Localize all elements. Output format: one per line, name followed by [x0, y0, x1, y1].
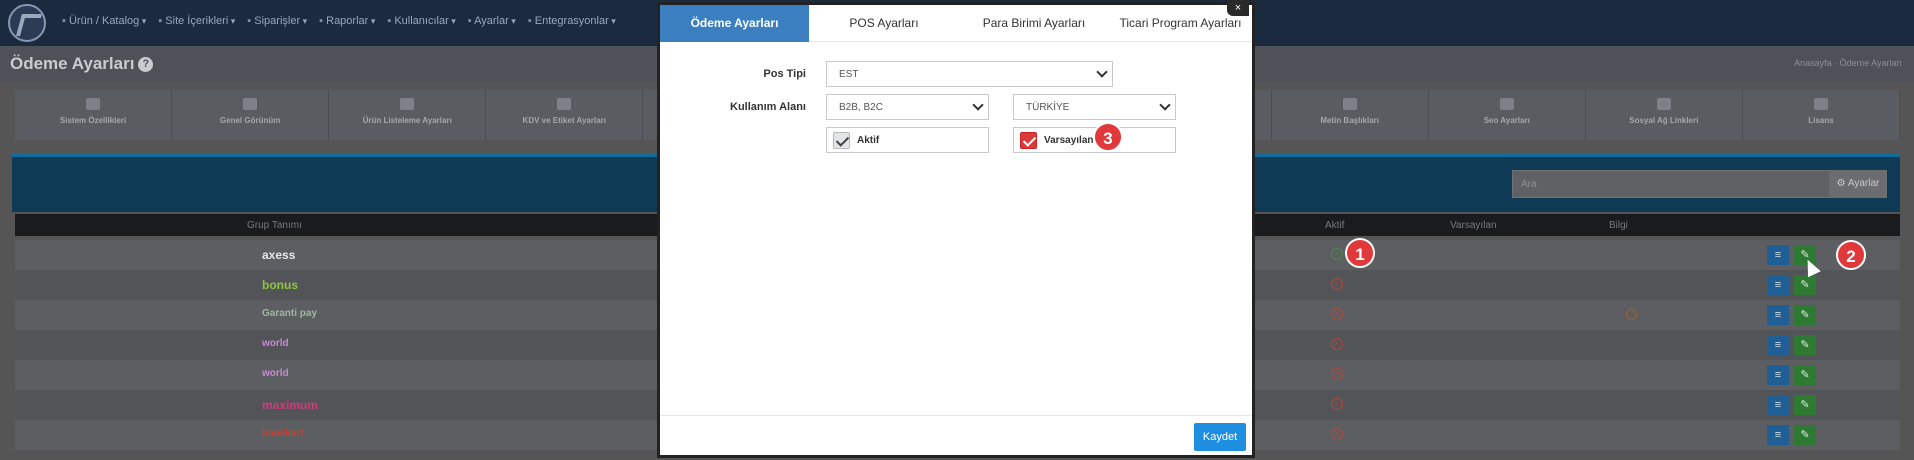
country-select[interactable]: TÜRKİYE	[1013, 94, 1176, 120]
payment-settings-modal: Ödeme Ayarları POS Ayarları Para Birimi …	[657, 2, 1255, 458]
list-button[interactable]: ≡	[1767, 335, 1789, 355]
main-nav: Ürün / Katalog Site İçerikleri Siparişle…	[62, 15, 628, 27]
tile-vat-label[interactable]: KDV ve Etiket Ayarları	[486, 90, 644, 140]
key-icon	[1813, 98, 1828, 110]
chevron-down-icon	[1096, 66, 1108, 78]
usage-area-select[interactable]: B2B, B2C	[826, 94, 989, 120]
col-default: Varsayılan	[1450, 220, 1497, 231]
tab-currency-settings[interactable]: Para Birimi Ayarları	[959, 5, 1109, 42]
list-button[interactable]: ≡	[1767, 305, 1789, 325]
page-title: Ödeme Ayarları?	[10, 54, 154, 74]
list-button[interactable]: ≡	[1767, 425, 1789, 445]
usage-area-label: Kullanım Alanı	[730, 101, 806, 113]
active-checkbox-field[interactable]: Aktif	[826, 127, 989, 153]
inactive-x-icon: ×	[1331, 338, 1343, 350]
help-icon[interactable]: ?	[138, 57, 154, 72]
nav-item-catalog[interactable]: Ürün / Katalog	[62, 15, 146, 27]
list-button[interactable]: ≡	[1767, 395, 1789, 415]
nav-item-users[interactable]: Kullanıcılar	[387, 15, 455, 27]
close-icon[interactable]: ×	[1227, 0, 1249, 16]
bank-logo-bonus: bonus	[262, 278, 298, 292]
bank-logo-world: world	[262, 368, 289, 379]
pos-type-label: Pos Tipi	[763, 68, 806, 80]
usage-area-value: B2B, B2C	[839, 102, 883, 113]
modal-tabs: Ödeme Ayarları POS Ayarları Para Birimi …	[660, 5, 1252, 42]
inactive-x-icon: ×	[1331, 428, 1343, 440]
default-checkbox-label: Varsayılan	[1044, 135, 1094, 146]
edit-button[interactable]: ✎	[1794, 275, 1816, 295]
settings-button[interactable]: ⚙ Ayarlar	[1829, 170, 1887, 198]
inactive-x-icon: ×	[1331, 278, 1343, 290]
tile-license[interactable]: Lisans	[1743, 90, 1900, 140]
bank-logo-garanti: Garanti pay	[262, 308, 318, 319]
active-checkbox-label: Aktif	[857, 135, 880, 146]
tile-social-links[interactable]: Sosyal Ağ Linkleri	[1586, 90, 1743, 140]
chevron-down-icon	[1159, 99, 1171, 111]
bank-logo-bankkart: bankkart	[262, 428, 304, 439]
page-title-text: Ödeme Ayarları	[10, 54, 135, 73]
nav-item-integrations[interactable]: Entegrasyonlar	[528, 15, 616, 27]
tab-payment-settings[interactable]: Ödeme Ayarları	[660, 5, 809, 42]
edit-button[interactable]: ✎	[1794, 395, 1816, 415]
monitor-icon	[243, 98, 258, 110]
col-info: Bilgi	[1609, 220, 1628, 231]
edit-button[interactable]: ✎	[1794, 305, 1816, 325]
save-button[interactable]: Kaydet	[1194, 423, 1246, 451]
breadcrumb[interactable]: Anasayfa · Ödeme Ayarları	[1794, 58, 1902, 68]
text-icon	[1342, 98, 1357, 110]
edit-button[interactable]: ✎	[1794, 425, 1816, 445]
gears-icon	[86, 98, 101, 110]
logo[interactable]	[8, 4, 46, 42]
inactive-x-icon: ×	[1331, 308, 1343, 320]
bank-logo-world: world	[262, 338, 289, 349]
facebook-icon	[1656, 98, 1671, 110]
list-button[interactable]: ≡	[1767, 245, 1789, 265]
nav-item-settings[interactable]: Ayarlar	[468, 15, 516, 27]
pos-type-value: EST	[839, 69, 859, 80]
inactive-x-icon: ×	[1331, 368, 1343, 380]
marker-1: 1	[1345, 238, 1375, 268]
active-check-icon: ✓	[1331, 248, 1343, 260]
edit-button[interactable]: ✎	[1794, 365, 1816, 385]
tile-system-features[interactable]: Sistem Özellikleri	[15, 90, 173, 140]
tile-general-view[interactable]: Genel Görünüm	[172, 90, 330, 140]
chevron-down-icon	[972, 99, 984, 111]
bank-logo-maximum: maximum	[262, 398, 319, 412]
nav-item-site-content[interactable]: Site İçerikleri	[158, 15, 235, 27]
country-value: TÜRKİYE	[1026, 102, 1070, 113]
col-group: Grup Tanımı	[247, 220, 302, 231]
pos-type-select[interactable]: EST	[826, 61, 1113, 87]
tile-text-headers[interactable]: Metin Başlıkları	[1272, 90, 1429, 140]
edit-button[interactable]: ✎	[1794, 335, 1816, 355]
nav-item-orders[interactable]: Siparişler	[247, 15, 307, 27]
bank-logo-axess: axess	[262, 248, 296, 262]
tile-seo[interactable]: Seo Ayarları	[1429, 90, 1586, 140]
tags-icon	[557, 98, 572, 110]
link-icon	[1499, 98, 1514, 110]
list-icon	[400, 98, 415, 110]
search-input[interactable]: Ara	[1512, 170, 1834, 198]
marker-2: 2	[1836, 240, 1866, 270]
marker-3: 3	[1093, 122, 1123, 152]
default-checkbox[interactable]	[1020, 132, 1037, 149]
col-active: Aktif	[1325, 220, 1345, 231]
modal-footer-divider	[660, 415, 1252, 416]
active-checkbox[interactable]	[833, 132, 850, 149]
nav-item-reports[interactable]: Raporlar	[319, 15, 375, 27]
tab-pos-settings[interactable]: POS Ayarları	[809, 5, 959, 42]
tile-product-listing[interactable]: Ürün Listeleme Ayarları	[329, 90, 487, 140]
list-button[interactable]: ≡	[1767, 365, 1789, 385]
list-button[interactable]: ≡	[1767, 275, 1789, 295]
inactive-x-icon: ×	[1331, 398, 1343, 410]
info-icon[interactable]	[1626, 309, 1637, 320]
